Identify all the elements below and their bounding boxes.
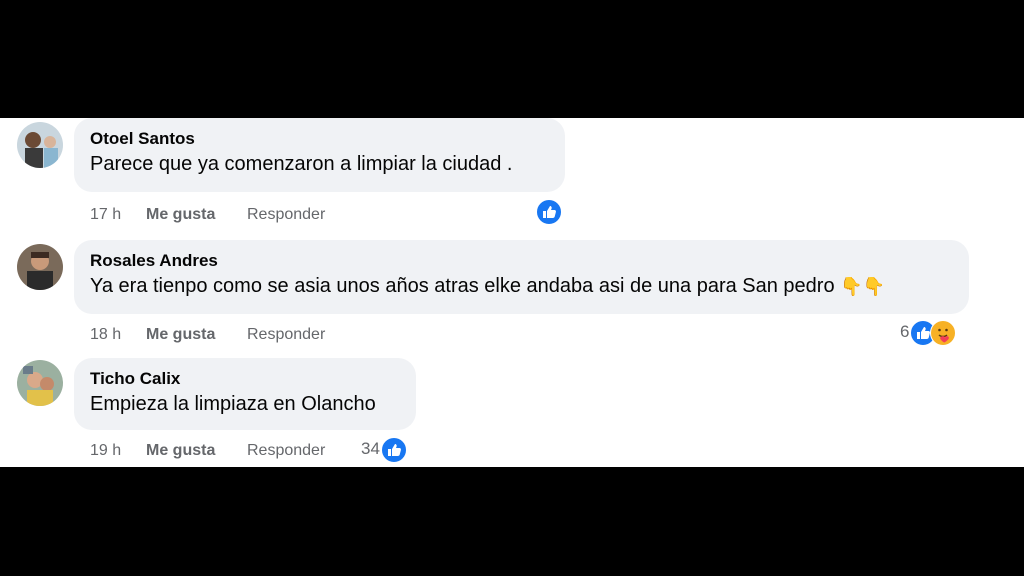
like-button[interactable]: Me gusta xyxy=(146,325,215,345)
comment-text: Ya era tienpo como se asia unos años atr… xyxy=(90,272,953,301)
reply-button[interactable]: Responder xyxy=(247,205,325,225)
like-icon xyxy=(380,437,407,463)
reply-button[interactable]: Responder xyxy=(247,325,325,345)
reactions-summary[interactable]: 34 xyxy=(361,437,407,463)
comment-text-content: Ya era tienpo como se asia unos años atr… xyxy=(90,275,835,297)
comment-bubble: Otoel Santos Parece que ya comenzaron a … xyxy=(74,118,565,192)
comment-text-content: Empieza la limpiaza en Olancho xyxy=(90,393,376,415)
comment-author[interactable]: Ticho Calix xyxy=(90,368,400,390)
comment-time[interactable]: 19 h xyxy=(90,441,121,461)
comment-text: Empieza la limpiaza en Olancho xyxy=(90,390,400,418)
avatar[interactable] xyxy=(17,244,63,290)
like-icon xyxy=(536,199,562,225)
comment-author[interactable]: Rosales Andres xyxy=(90,250,953,272)
reactions-summary[interactable]: 6 xyxy=(900,320,957,346)
care-icon xyxy=(930,320,957,346)
comment-text: Parece que ya comenzaron a limpiar la ci… xyxy=(90,150,549,178)
comments-panel: Otoel Santos Parece que ya comenzaron a … xyxy=(0,118,1024,467)
like-button[interactable]: Me gusta xyxy=(146,441,215,461)
comment-author[interactable]: Otoel Santos xyxy=(90,128,549,150)
comment-bubble: Rosales Andres Ya era tienpo como se asi… xyxy=(74,240,969,314)
reply-button[interactable]: Responder xyxy=(247,441,325,461)
like-button[interactable]: Me gusta xyxy=(146,205,215,225)
avatar[interactable] xyxy=(17,122,63,168)
comment-bubble: Ticho Calix Empieza la limpiaza en Olanc… xyxy=(74,358,416,430)
reactions-summary[interactable] xyxy=(536,199,562,225)
avatar[interactable] xyxy=(17,360,63,406)
comment-time[interactable]: 18 h xyxy=(90,325,121,345)
reaction-count: 6 xyxy=(900,322,910,341)
comment-text-content: Parece que ya comenzaron a limpiar la ci… xyxy=(90,153,513,175)
pointing-down-emoji: 👇👇 xyxy=(840,276,885,297)
reaction-count: 34 xyxy=(361,439,380,458)
comment-time[interactable]: 17 h xyxy=(90,205,121,225)
